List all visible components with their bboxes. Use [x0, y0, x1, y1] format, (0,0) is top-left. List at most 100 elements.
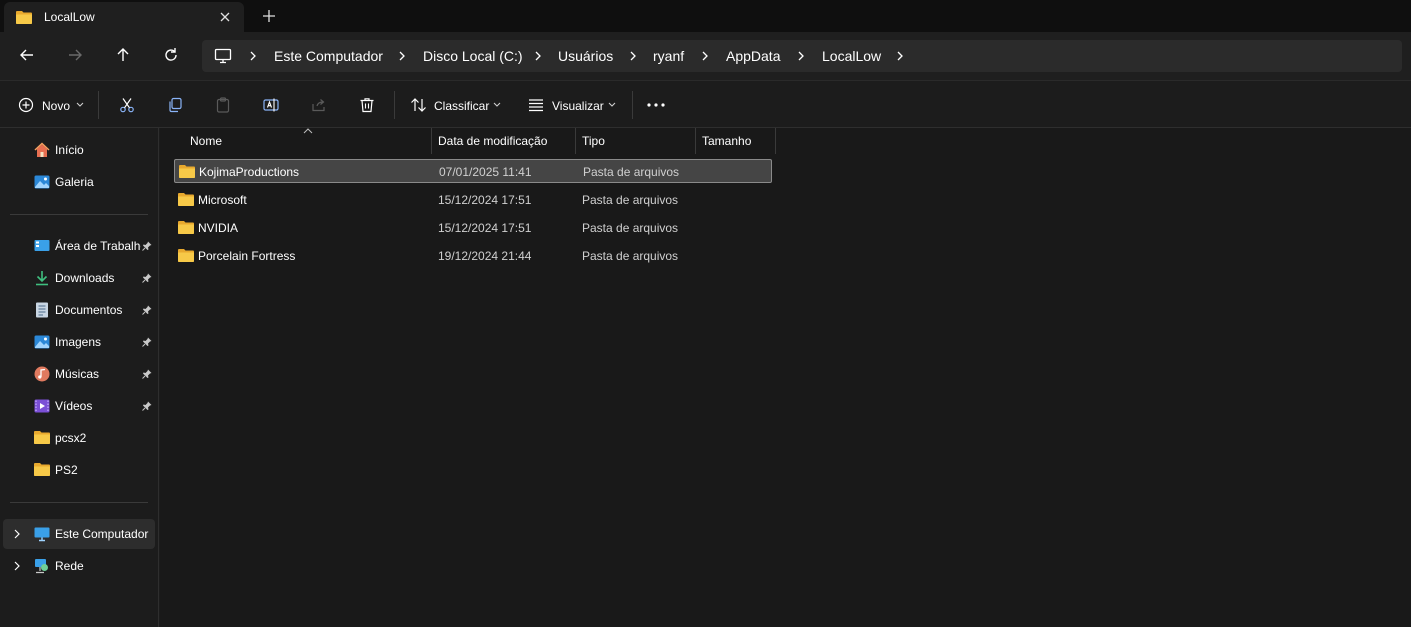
file-list: Nome Data de modificação Tipo Tamanho Ko… [160, 128, 1411, 627]
rename-icon[interactable] [263, 97, 279, 113]
chevron-down-icon [493, 102, 501, 108]
refresh-icon[interactable] [162, 46, 180, 64]
document-icon [34, 302, 50, 318]
chevron-right-icon[interactable] [12, 529, 22, 539]
folder-icon [179, 164, 195, 178]
new-button[interactable]: Novo [10, 87, 88, 123]
folder-icon [178, 192, 194, 206]
close-tab-icon[interactable] [218, 10, 232, 24]
pin-icon[interactable] [142, 273, 152, 283]
column-header-label: Data de modificação [438, 134, 548, 148]
sidebar-item-musicas[interactable]: Músicas [0, 359, 158, 389]
file-row-kojimaproductions[interactable]: KojimaProductions 07/01/2025 11:41 Pasta… [174, 159, 772, 183]
file-name: NVIDIA [198, 221, 239, 235]
navigation-pane: Início Galeria Área de Trabalho Download… [0, 128, 159, 627]
tab-title: LocalLow [44, 10, 95, 24]
new-tab-icon[interactable] [262, 9, 276, 23]
pin-icon[interactable] [142, 337, 152, 347]
chevron-right-icon[interactable] [700, 51, 710, 61]
sidebar-item-imagens[interactable]: Imagens [0, 327, 158, 357]
sidebar-item-pcsx2[interactable]: pcsx2 [0, 423, 158, 453]
gallery-icon [34, 174, 50, 190]
up-icon[interactable] [114, 46, 132, 64]
file-type: Pasta de arquivos [583, 165, 680, 179]
sidebar-item-area-de-trabalho[interactable]: Área de Trabalho [0, 231, 158, 261]
column-header-size[interactable]: Tamanho [696, 128, 775, 154]
file-name: KojimaProductions [199, 165, 300, 179]
tab-locallow[interactable]: LocalLow [4, 2, 244, 32]
pin-icon[interactable] [142, 401, 152, 411]
sidebar-item-documentos[interactable]: Documentos [0, 295, 158, 325]
sidebar-item-este-computador[interactable]: Este Computador [3, 519, 155, 549]
chevron-right-icon[interactable] [796, 51, 806, 61]
sidebar-item-galeria[interactable]: Galeria [0, 167, 158, 197]
sort-icon [410, 97, 428, 113]
command-bar: Novo Classificar Visualizar [0, 80, 1411, 128]
breadcrumb-disco-local[interactable]: Disco Local (C:) [423, 48, 523, 64]
delete-icon[interactable] [359, 97, 375, 113]
folder-icon [178, 248, 194, 262]
share-icon[interactable] [311, 97, 327, 113]
sidebar-item-label: Este Computador [55, 527, 149, 541]
toolbar-divider [394, 91, 395, 119]
chevron-right-icon[interactable] [12, 561, 22, 571]
file-type: Pasta de arquivos [582, 193, 679, 207]
computer-icon [34, 526, 50, 542]
computer-icon[interactable] [214, 48, 232, 64]
sidebar-item-label: Galeria [55, 175, 94, 189]
file-row-microsoft[interactable]: Microsoft 15/12/2024 17:51 Pasta de arqu… [174, 188, 772, 212]
sidebar-divider [10, 214, 148, 215]
pin-icon[interactable] [142, 369, 152, 379]
sidebar-item-label: Documentos [55, 303, 123, 317]
sidebar-item-inicio[interactable]: Início [0, 135, 158, 165]
sidebar-item-ps2[interactable]: PS2 [0, 455, 158, 485]
view-button[interactable]: Visualizar [520, 87, 628, 123]
sidebar-item-videos[interactable]: Vídeos [0, 391, 158, 421]
sidebar-item-label: pcsx2 [55, 431, 87, 445]
column-header-type[interactable]: Tipo [576, 128, 695, 154]
sidebar-item-label: Downloads [55, 271, 115, 285]
more-options-icon[interactable] [647, 103, 665, 107]
sort-button[interactable]: Classificar [402, 87, 510, 123]
column-divider[interactable] [775, 128, 776, 154]
forward-icon[interactable] [66, 46, 84, 64]
home-icon [34, 142, 50, 158]
chevron-right-icon[interactable] [533, 51, 543, 61]
view-label: Visualizar [552, 99, 604, 113]
address-bar[interactable]: Este Computador Disco Local (C:) Usuário… [202, 40, 1402, 72]
toolbar-divider [632, 91, 633, 119]
breadcrumb-locallow[interactable]: LocalLow [822, 48, 881, 64]
column-header-label: Nome [190, 134, 223, 148]
file-name: Microsoft [198, 193, 247, 207]
file-name: Porcelain Fortress [198, 249, 296, 263]
toolbar-divider [98, 91, 99, 119]
chevron-right-icon[interactable] [397, 51, 407, 61]
chevron-right-icon[interactable] [248, 51, 258, 61]
sidebar-item-label: Vídeos [55, 399, 93, 413]
cut-icon[interactable] [119, 97, 135, 113]
file-type: Pasta de arquivos [582, 221, 679, 235]
file-date: 15/12/2024 17:51 [438, 221, 532, 235]
breadcrumb-appdata[interactable]: AppData [726, 48, 780, 64]
sidebar-item-label: Início [55, 143, 84, 157]
breadcrumb-este-computador[interactable]: Este Computador [274, 48, 383, 64]
sort-label: Classificar [434, 99, 490, 113]
file-row-porcelain-fortress[interactable]: Porcelain Fortress 19/12/2024 21:44 Past… [174, 244, 772, 268]
breadcrumb-ryanf[interactable]: ryanf [653, 48, 684, 64]
pin-icon[interactable] [142, 305, 152, 315]
pin-icon[interactable] [142, 241, 152, 251]
chevron-right-icon[interactable] [895, 51, 905, 61]
sidebar-divider [10, 502, 148, 503]
column-header-name[interactable]: Nome [160, 128, 431, 154]
copy-icon[interactable] [167, 97, 183, 113]
music-icon [34, 366, 50, 382]
paste-icon[interactable] [215, 97, 231, 113]
file-row-nvidia[interactable]: NVIDIA 15/12/2024 17:51 Pasta de arquivo… [174, 216, 772, 240]
back-icon[interactable] [18, 46, 36, 64]
column-header-date[interactable]: Data de modificação [432, 128, 575, 154]
breadcrumb-usuarios[interactable]: Usuários [558, 48, 613, 64]
chevron-right-icon[interactable] [628, 51, 638, 61]
sidebar-item-rede[interactable]: Rede [0, 551, 158, 581]
network-icon [34, 558, 50, 574]
sidebar-item-downloads[interactable]: Downloads [0, 263, 158, 293]
